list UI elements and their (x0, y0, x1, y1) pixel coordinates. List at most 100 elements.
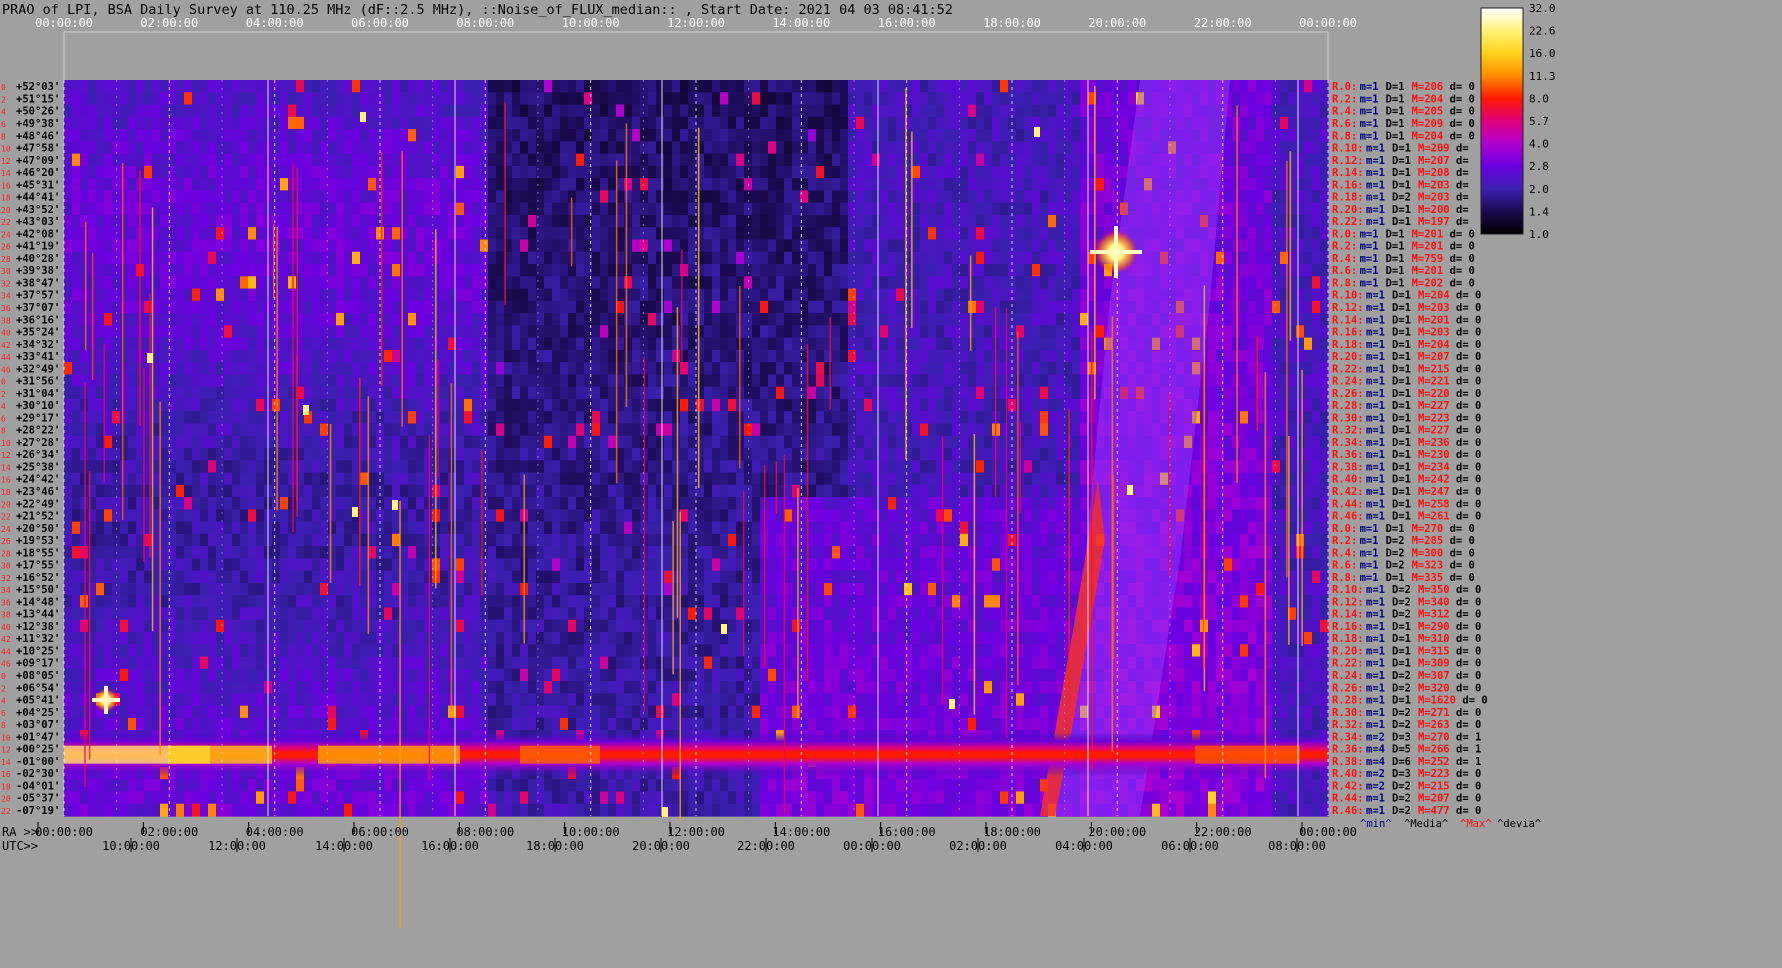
heatmap-cell (400, 288, 409, 302)
heatmap-cell (648, 264, 657, 277)
heatmap-cell (912, 325, 921, 339)
heatmap-cell (424, 190, 433, 204)
heatmap-cell (584, 202, 593, 216)
heatmap-cell (768, 448, 777, 461)
heatmap-cell (768, 227, 777, 241)
heatmap-cell (88, 202, 97, 216)
heatmap-cell (120, 288, 129, 302)
heatmap-cell (360, 349, 369, 363)
heatmap-cell (336, 300, 345, 314)
heatmap-cell (1040, 398, 1049, 412)
heatmap-cell (632, 214, 641, 228)
heatmap-cell (688, 288, 697, 302)
heatmap-cell (272, 423, 281, 437)
heatmap-cell (960, 214, 969, 228)
heatmap-cell (256, 190, 265, 204)
heatmap-cell (896, 448, 905, 461)
heatmap-cell (576, 141, 585, 155)
heatmap-cell (856, 337, 865, 351)
heatmap-cell (232, 251, 241, 265)
heatmap-cell (1000, 374, 1009, 388)
heatmap-cell (1024, 337, 1033, 351)
heatmap-cell (104, 349, 113, 363)
heatmap-cell (200, 276, 209, 290)
heatmap-cell (488, 80, 497, 93)
heatmap-cell (1000, 239, 1009, 253)
heatmap-cell (1280, 92, 1289, 106)
heatmap-cell (688, 313, 697, 326)
heatmap-cell (992, 116, 1001, 130)
heatmap-cell (888, 276, 897, 290)
heatmap-cell (920, 80, 929, 93)
heatmap-cell (328, 448, 337, 461)
heatmap-cell (960, 398, 969, 412)
heatmap-cell (880, 276, 889, 290)
heatmap-cell (1048, 227, 1057, 241)
heatmap-cell (1288, 288, 1297, 302)
heatmap-cell (416, 325, 425, 339)
heatmap-cell (1032, 80, 1041, 93)
heatmap-cell (416, 141, 425, 155)
heatmap-cell (240, 80, 249, 93)
heatmap-cell (1240, 178, 1249, 191)
heatmap-cell (400, 264, 409, 277)
heatmap-cell (704, 288, 713, 302)
heatmap-cell (648, 80, 657, 93)
heatmap-cell (240, 337, 249, 351)
heatmap-cell (928, 300, 937, 314)
heatmap-cell (496, 460, 505, 474)
heatmap-cell (824, 288, 833, 302)
heatmap-cell (992, 190, 1001, 204)
heatmap-cell (1208, 325, 1217, 339)
heatmap-cell (536, 92, 545, 106)
heatmap-cell (72, 325, 81, 339)
heatmap-cell (64, 264, 73, 277)
heatmap-cell (288, 116, 297, 130)
heatmap-cell (640, 165, 649, 179)
heatmap-cell (368, 190, 377, 204)
heatmap-cell (1064, 300, 1073, 314)
heatmap-cell (1096, 153, 1105, 167)
heatmap-cell (272, 300, 281, 314)
heatmap-cell (64, 227, 73, 241)
heatmap-cell (512, 374, 521, 388)
heatmap-cell (760, 165, 769, 179)
heatmap-cell (624, 116, 633, 130)
heatmap-cell (184, 129, 193, 142)
heatmap-cell (992, 141, 1001, 155)
heatmap-cell (768, 386, 777, 400)
heatmap-cell (944, 411, 953, 425)
heatmap-cell (624, 460, 633, 474)
heatmap-cell (424, 80, 433, 93)
heatmap-cell (632, 129, 641, 142)
heatmap-cell (536, 411, 545, 425)
heatmap-cell (840, 423, 849, 437)
heatmap-cell (696, 374, 705, 388)
heatmap-cell (888, 214, 897, 228)
heatmap-cell (1056, 276, 1065, 290)
heatmap-cell (472, 129, 481, 142)
heatmap-cell (472, 80, 481, 93)
heatmap-cell (760, 153, 769, 167)
heatmap-cell (584, 276, 593, 290)
heatmap-cell (984, 264, 993, 277)
heatmap-cell (936, 411, 945, 425)
heatmap-cell (688, 423, 697, 437)
heatmap-cell (984, 190, 993, 204)
heatmap-cell (656, 300, 665, 314)
heatmap-cell (416, 80, 425, 93)
heatmap-cell (536, 104, 545, 118)
heatmap-cell (528, 227, 537, 241)
heatmap-cell (1080, 325, 1089, 339)
heatmap-cell (584, 116, 593, 130)
heatmap-cell (792, 190, 801, 204)
heatmap-area (63, 80, 1329, 929)
heatmap-cell (432, 178, 441, 191)
heatmap-cell (1040, 448, 1049, 461)
heatmap-cell (192, 411, 201, 425)
heatmap-cell (1064, 325, 1073, 339)
heatmap-cell (768, 239, 777, 253)
heatmap-cell (1224, 423, 1233, 437)
heatmap-cell (416, 276, 425, 290)
heatmap-cell (1224, 300, 1233, 314)
